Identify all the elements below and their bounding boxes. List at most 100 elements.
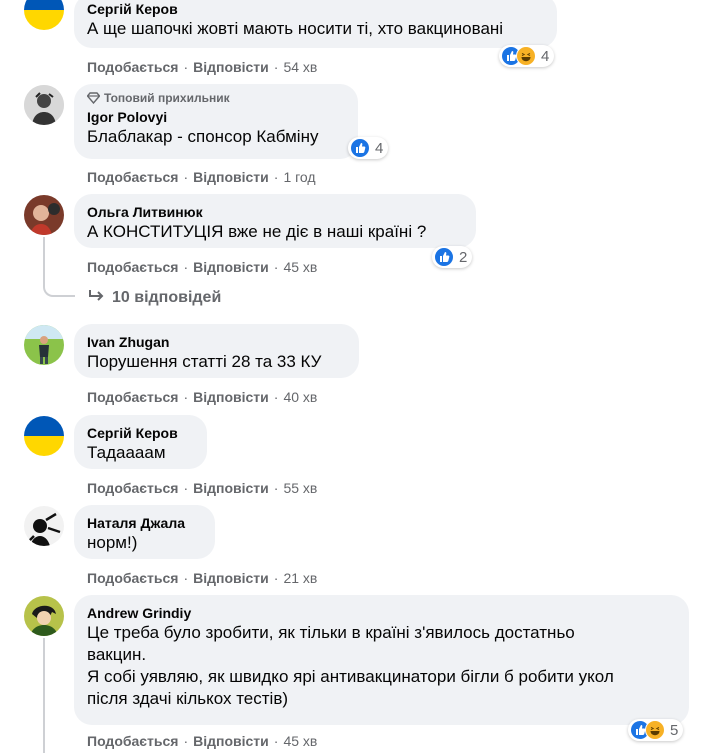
avatar-photo-icon (24, 195, 64, 235)
comment-author[interactable]: Ivan Zhugan (87, 324, 346, 351)
avatar[interactable] (24, 195, 64, 235)
avatar[interactable] (24, 325, 64, 365)
like-button[interactable]: Подобається (87, 59, 178, 75)
comment-text: А КОНСТИТУЦІЯ вже не діє в наші країні ? (87, 222, 427, 241)
separator: · (183, 570, 189, 586)
reaction-summary[interactable]: 2 (432, 246, 473, 268)
reply-arrow-icon (89, 290, 104, 301)
comment-bubble: Сергій Керов А ще шапочкі жовті мають но… (74, 0, 557, 48)
comment-author[interactable]: Igor Polovyi (87, 107, 345, 126)
comment-text: Порушення статті 28 та 33 КУ (87, 352, 322, 371)
comment-author[interactable]: Ольга Литвинюк (87, 194, 463, 221)
separator: · (183, 480, 189, 496)
reply-button[interactable]: Відповісти (193, 733, 269, 749)
comment-text-line: після здачі кількох тестів) (87, 689, 289, 708)
comment-bubble: Ivan Zhugan Порушення статті 28 та 33 КУ (74, 324, 359, 378)
avatar[interactable] (24, 0, 64, 30)
timestamp[interactable]: 40 хв (283, 389, 317, 405)
timestamp[interactable]: 1 год (283, 169, 315, 185)
ukraine-flag-icon (24, 416, 64, 456)
reaction-count: 4 (375, 139, 384, 157)
comment-text: норм!) (87, 533, 138, 552)
haha-reaction-icon (645, 720, 665, 740)
like-reaction-icon (350, 138, 370, 158)
avatar[interactable] (24, 416, 64, 456)
separator: · (273, 480, 279, 496)
separator: · (183, 733, 189, 749)
diamond-icon (86, 92, 101, 105)
avatar[interactable] (24, 85, 64, 125)
thread-line (43, 638, 45, 753)
reaction-summary[interactable]: 4 (348, 137, 389, 159)
comment-text: Блаблакар - спонсор Кабміну (87, 127, 319, 146)
comment-text-line: Це треба було зробити, як тільки в країн… (87, 623, 575, 642)
timestamp[interactable]: 21 хв (283, 570, 317, 586)
separator: · (183, 389, 189, 405)
like-reaction-icon (434, 247, 454, 267)
like-button[interactable]: Подобається (87, 480, 178, 496)
reaction-count: 5 (670, 721, 679, 739)
like-button[interactable]: Подобається (87, 733, 178, 749)
comment-author[interactable]: Andrew Grindiy (87, 595, 676, 622)
comment-bubble: Сергій Керов Тадаааам (74, 415, 207, 469)
separator: · (273, 733, 279, 749)
reply-button[interactable]: Відповісти (193, 389, 269, 405)
comment-text-line: вакцин. (87, 645, 147, 664)
timestamp[interactable]: 45 хв (283, 733, 317, 749)
comment-bubble: Наталя Джала норм!) (74, 505, 215, 559)
badge-label: Топовий прихильник (104, 91, 230, 105)
ukraine-flag-icon (24, 0, 64, 30)
like-button[interactable]: Подобається (87, 389, 178, 405)
comment-author[interactable]: Наталя Джала (87, 505, 202, 532)
reaction-summary[interactable]: 4 (499, 45, 555, 67)
comment-actions: Подобається · Відповісти · 54 хв (87, 59, 317, 75)
haha-reaction-icon (516, 46, 536, 66)
reaction-count: 4 (541, 47, 550, 65)
comment-author[interactable]: Сергій Керов (87, 0, 544, 18)
reply-button[interactable]: Відповісти (193, 59, 269, 75)
separator: · (273, 59, 279, 75)
timestamp[interactable]: 54 хв (283, 59, 317, 75)
timestamp[interactable]: 45 хв (283, 259, 317, 275)
avatar-photo-icon (24, 506, 64, 546)
comment-bubble: Топовий прихильник Igor Polovyi Блаблака… (74, 84, 358, 159)
separator: · (183, 169, 189, 185)
comment-actions: Подобається · Відповісти · 1 год (87, 169, 316, 185)
comment-text: Тадаааам (87, 443, 166, 462)
reply-button[interactable]: Відповісти (193, 570, 269, 586)
comment-actions: Подобається · Відповісти · 45 хв (87, 259, 317, 275)
comment-bubble: Ольга Литвинюк А КОНСТИТУЦІЯ вже не діє … (74, 194, 476, 248)
avatar-photo-icon (24, 325, 64, 365)
comment-actions: Подобається · Відповісти · 45 хв (87, 733, 317, 749)
reply-button[interactable]: Відповісти (193, 169, 269, 185)
timestamp[interactable]: 55 хв (283, 480, 317, 496)
like-button[interactable]: Подобається (87, 570, 178, 586)
like-button[interactable]: Подобається (87, 259, 178, 275)
separator: · (273, 389, 279, 405)
comment-text-line: Я собі уявляю, як швидко ярі антивакцина… (87, 667, 614, 686)
avatar-photo-icon (24, 596, 64, 636)
replies-count-label: 10 відповідей (112, 289, 222, 306)
reaction-summary[interactable]: 5 (628, 719, 684, 741)
comment-author[interactable]: Сергій Керов (87, 415, 194, 442)
comment-actions: Подобається · Відповісти · 55 хв (87, 480, 317, 496)
thread-line (43, 237, 75, 297)
reply-button[interactable]: Відповісти (193, 259, 269, 275)
avatar[interactable] (24, 596, 64, 636)
comment-bubble: Andrew Grindiy Це треба було зробити, як… (74, 595, 689, 725)
comment-text: А ще шапочкі жовті мають носити ті, хто … (87, 19, 504, 38)
reply-button[interactable]: Відповісти (193, 480, 269, 496)
separator: · (183, 59, 189, 75)
avatar-photo-icon (24, 85, 64, 125)
comment-actions: Подобається · Відповісти · 21 хв (87, 570, 317, 586)
view-replies-link[interactable]: 10 відповідей (88, 288, 221, 307)
like-button[interactable]: Подобається (87, 169, 178, 185)
separator: · (183, 259, 189, 275)
separator: · (273, 570, 279, 586)
top-fan-badge: Топовий прихильник (86, 84, 345, 105)
separator: · (273, 259, 279, 275)
separator: · (273, 169, 279, 185)
reaction-count: 2 (459, 248, 468, 266)
avatar[interactable] (24, 506, 64, 546)
comment-actions: Подобається · Відповісти · 40 хв (87, 389, 317, 405)
